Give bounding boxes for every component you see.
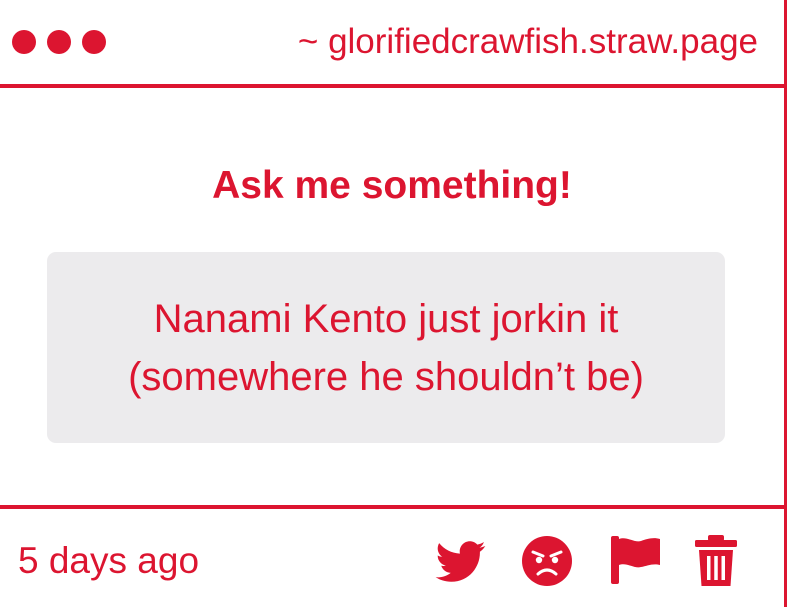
question-line-2: (somewhere he shouldn’t be) [128, 354, 644, 399]
card-footer: 5 days ago [0, 505, 784, 607]
action-bar [0, 509, 784, 611]
twitter-icon[interactable] [435, 541, 487, 583]
trash-icon[interactable] [694, 534, 738, 588]
question-card: ~ glorifiedcrawfish.straw.page Ask me so… [0, 0, 787, 607]
question-line-1: Nanami Kento just jorkin it [153, 296, 619, 341]
window-dots [12, 30, 106, 54]
window-dot [12, 30, 36, 54]
window-dot [82, 30, 106, 54]
window-dot [47, 30, 71, 54]
flag-icon[interactable] [609, 534, 661, 586]
prompt-title: Ask me something! [212, 164, 572, 207]
site-address[interactable]: ~ glorifiedcrawfish.straw.page [298, 20, 758, 64]
angry-face-icon[interactable] [521, 535, 573, 587]
window-header: ~ glorifiedcrawfish.straw.page [0, 0, 784, 88]
question-box: Nanami Kento just jorkin it (somewhere h… [47, 252, 725, 443]
